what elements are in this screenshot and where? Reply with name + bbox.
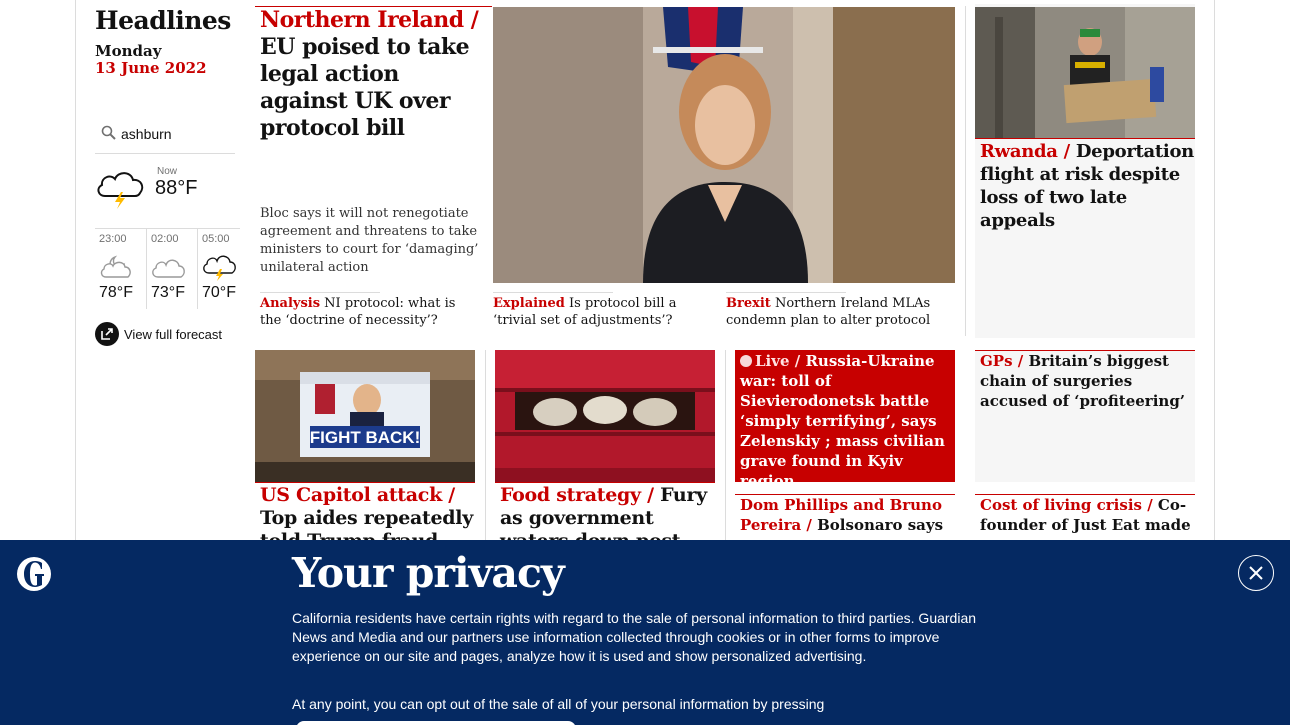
partly-cloudy-night-icon [100,255,131,278]
lead-image[interactable] [493,7,955,283]
forecast-time: 02:00 [151,233,179,245]
forecast-time: 05:00 [202,233,230,245]
lead-photo-illustration [493,7,955,283]
weather-now-temp: 88°F [155,177,198,199]
cost-kicker: Cost of living crisis / [980,496,1153,514]
close-privacy-button[interactable] [1238,555,1274,591]
privacy-banner: Your privacy California residents have c… [0,540,1290,725]
view-full-forecast-label: View full forecast [124,326,223,342]
forecast-slot: 02:00 73°F [146,229,196,309]
date-day: Monday [95,42,162,60]
weather-now-label: Now [157,166,178,177]
gps-headline[interactable]: GPs / Britain’s biggest chain of surgeri… [980,351,1190,411]
live-pulse-icon [740,355,752,367]
forecast-time: 23:00 [99,233,127,245]
card-rule [255,482,475,483]
lead-standfirst: Bloc says it will not renegotiate agreem… [260,206,479,275]
forecast-temp: 73°F [151,284,185,301]
lead-headline-text: EU poised to take legal action against U… [260,34,470,141]
search-icon [101,125,116,140]
weather-forecast-row: 23:00 78°F 02:00 73°F 05:00 70°F [95,228,240,309]
capitol-kicker: US Capitol attack / [260,484,455,506]
live-headline-text: Russia-Ukraine war: toll of Sievierodone… [740,352,945,490]
card-rule [495,482,715,483]
column-divider [725,350,726,540]
gps-kicker: GPs / [980,352,1024,370]
capitol-screen-caption: FIGHT BACK! [310,428,420,447]
lead-kicker: Northern Ireland / [260,7,479,33]
sub-link-explained[interactable]: Explained Is protocol bill a ‘trivial se… [493,295,713,329]
close-icon [1249,566,1263,580]
live-kicker: Live / [755,352,801,370]
live-headline[interactable]: Live / Russia-Ukraine war: toll of Sievi… [740,351,952,491]
column-divider [965,6,966,336]
sub-rule [260,292,380,293]
lead-headline[interactable]: Northern Ireland / EU poised to take leg… [260,7,488,142]
privacy-title: Your privacy [292,549,565,597]
forecast-temp: 78°F [99,284,133,301]
rwanda-image [975,7,1195,138]
thunder-cloud-icon [97,172,144,209]
rwanda-headline[interactable]: Rwanda / Deportation flight at risk desp… [980,140,1195,232]
sub-kicker: Explained [493,296,565,311]
food-photo-illustration [495,350,715,482]
food-image[interactable] [495,350,715,482]
forecast-slot: 05:00 70°F [197,229,247,309]
sub-link-brexit[interactable]: Brexit Northern Ireland MLAs condemn pla… [726,295,946,329]
phillips-headline[interactable]: Dom Phillips and Bruno Pereira / Bolsona… [740,495,952,535]
rwanda-photo-illustration [975,7,1195,138]
cloud-icon [152,259,185,278]
phillips-headline-text: Bolsonaro says [817,516,944,534]
location-input[interactable] [121,123,233,145]
sub-rule [726,292,846,293]
capitol-image[interactable]: FIGHT BACK! [255,350,475,482]
external-link-icon [95,322,119,346]
sub-rule [493,292,613,293]
privacy-body: California residents have certain rights… [292,610,977,664]
view-full-forecast-link[interactable]: View full forecast [95,322,222,346]
capitol-photo-illustration: FIGHT BACK! [255,350,475,482]
guardian-logo-icon [17,557,51,591]
food-kicker: Food strategy / [500,484,654,506]
privacy-body-optout: At any point, you can opt out of the sal… [292,696,825,712]
sub-kicker: Brexit [726,296,771,311]
date-full: 13 June 2022 [95,59,207,77]
column-divider [485,350,486,540]
privacy-action-button[interactable] [296,721,576,725]
sub-kicker: Analysis [260,296,321,311]
sub-link-analysis[interactable]: Analysis NI protocol: what is the ‘doctr… [260,295,480,329]
section-title: Headlines [95,6,231,35]
forecast-slot: 23:00 78°F [95,229,145,309]
thunder-cloud-icon [203,255,236,281]
forecast-temp: 70°F [202,284,236,301]
card-rule [975,138,1195,139]
weather-location-search [95,118,235,154]
rwanda-kicker: Rwanda / [980,141,1070,162]
cost-headline[interactable]: Cost of living crisis / Co-founder of Ju… [980,495,1192,535]
